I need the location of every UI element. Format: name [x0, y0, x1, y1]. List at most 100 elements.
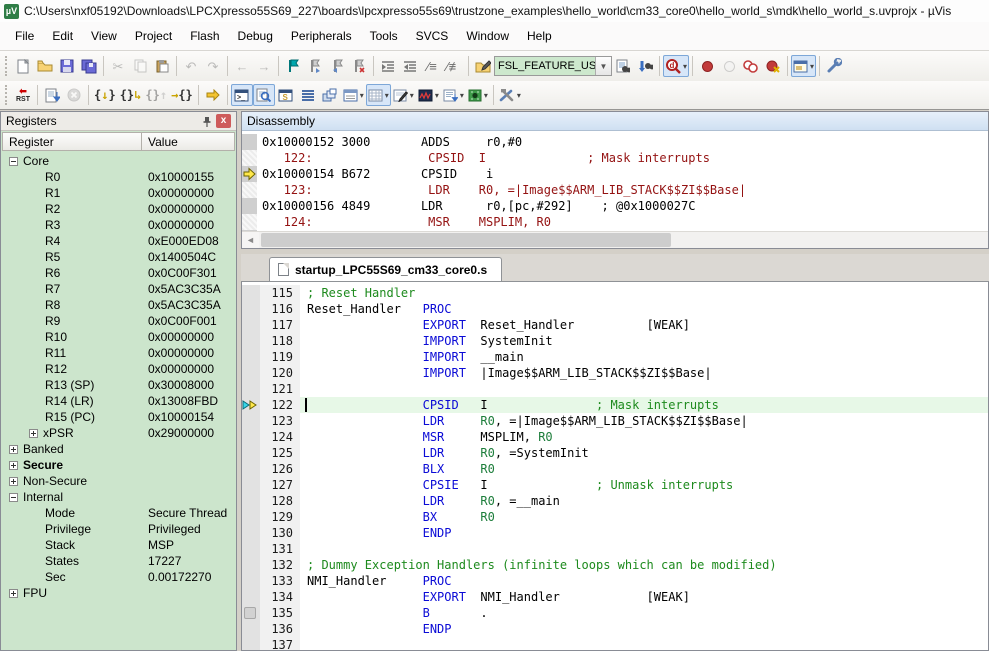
search-combobox[interactable]: FSL_FEATURE_USB_USB_F ▼	[494, 56, 612, 76]
register-row-banked[interactable]: Banked	[1, 441, 236, 457]
cut-button[interactable]: ✂	[107, 55, 129, 77]
step-out-button[interactable]: {}↑	[143, 84, 169, 106]
navigate-forward-button[interactable]: →	[253, 55, 275, 77]
register-row-states[interactable]: States17227	[1, 553, 236, 569]
menu-item-project[interactable]: Project	[126, 25, 181, 47]
run-to-cursor-button[interactable]: →{}	[169, 84, 195, 106]
analysis-window-caret-icon[interactable]: ▾	[435, 91, 439, 100]
previous-bookmark-button[interactable]	[326, 55, 348, 77]
code-text[interactable]: B .	[300, 605, 988, 621]
editor-line-123[interactable]: 123 LDR R0, =|Image$$ARM_LIB_STACK$$ZI$$…	[242, 413, 988, 429]
enable-disable-breakpoint-button[interactable]	[718, 55, 740, 77]
hscroll-thumb[interactable]	[261, 233, 671, 247]
collapse-icon[interactable]	[9, 157, 18, 166]
editor-line-132[interactable]: 132; Dummy Exception Handlers (infinite …	[242, 557, 988, 573]
indent-button[interactable]	[377, 55, 399, 77]
serial-window-button[interactable]: ▾	[391, 84, 416, 106]
code-text[interactable]: EXPORT Reset_Handler [WEAK]	[300, 317, 988, 333]
disassembly-line[interactable]: 0x10000156 4849 LDR r0,[pc,#292] ; @0x10…	[242, 198, 988, 214]
show-next-statement-button[interactable]	[202, 84, 224, 106]
unindent-button[interactable]	[399, 55, 421, 77]
browse-dropdown-caret-icon[interactable]: ▾	[683, 62, 687, 71]
register-row-r10[interactable]: R100x00000000	[1, 329, 236, 345]
kill-all-breakpoints-button[interactable]	[762, 55, 784, 77]
disassembly-line[interactable]: 0x10000152 3000 ADDS r0,#0	[242, 134, 988, 150]
code-text[interactable]: MSR MSPLIM, R0	[300, 429, 988, 445]
clear-bookmarks-button[interactable]	[348, 55, 370, 77]
editor-line-118[interactable]: 118 IMPORT SystemInit	[242, 333, 988, 349]
menu-item-debug[interactable]: Debug	[229, 25, 282, 47]
expand-icon[interactable]	[9, 477, 18, 486]
register-row-r4[interactable]: R40xE000ED08	[1, 233, 236, 249]
next-bookmark-button[interactable]	[304, 55, 326, 77]
menu-item-view[interactable]: View	[82, 25, 126, 47]
code-text[interactable]: LDR R0, =SystemInit	[300, 445, 988, 461]
register-column-header[interactable]: Register	[2, 132, 142, 151]
menu-item-edit[interactable]: Edit	[43, 25, 82, 47]
register-row-r2[interactable]: R20x00000000	[1, 201, 236, 217]
code-text[interactable]: ENDP	[300, 621, 988, 637]
disassembly-line[interactable]: 124: MSR MSPLIM, R0	[242, 214, 988, 230]
tab-startup-file[interactable]: startup_LPC55S69_cm33_core0.s	[269, 257, 502, 281]
reset-button[interactable]: ⬅ RST	[12, 84, 34, 106]
step-into-button[interactable]: {↓}	[92, 84, 118, 106]
editor-line-133[interactable]: 133NMI_Handler PROC	[242, 573, 988, 589]
register-row-r15-pc-[interactable]: R15 (PC)0x10000154	[1, 409, 236, 425]
code-text[interactable]: NMI_Handler PROC	[300, 573, 988, 589]
disassembly-line[interactable]: 122: CPSID I ; Mask interrupts	[242, 150, 988, 166]
expand-icon[interactable]	[9, 589, 18, 598]
editor-line-120[interactable]: 120 IMPORT |Image$$ARM_LIB_STACK$$ZI$$Ba…	[242, 365, 988, 381]
find-button[interactable]	[612, 55, 634, 77]
register-row-stack[interactable]: StackMSP	[1, 537, 236, 553]
code-text[interactable]: ; Dummy Exception Handlers (infinite loo…	[300, 557, 988, 573]
code-text[interactable]: IMPORT |Image$$ARM_LIB_STACK$$ZI$$Base|	[300, 365, 988, 381]
disassembly-line[interactable]: 0x10000154 B672 CPSID i	[242, 166, 988, 182]
register-row-r11[interactable]: R110x00000000	[1, 345, 236, 361]
copy-button[interactable]	[129, 55, 151, 77]
expand-icon[interactable]	[9, 445, 18, 454]
editor-line-131[interactable]: 131	[242, 541, 988, 557]
expand-icon[interactable]	[9, 461, 18, 470]
trace-window-caret-icon[interactable]: ▾	[460, 91, 464, 100]
code-text[interactable]: Reset_Handler PROC	[300, 301, 988, 317]
editor-line-134[interactable]: 134 EXPORT NMI_Handler [WEAK]	[242, 589, 988, 605]
register-row-r13-sp-[interactable]: R13 (SP)0x30008000	[1, 377, 236, 393]
registers-caption[interactable]: Registers x	[1, 112, 236, 131]
editor-line-137[interactable]: 137	[242, 637, 988, 651]
register-row-r3[interactable]: R30x00000000	[1, 217, 236, 233]
uncomment-selection-button[interactable]: ∕≢	[443, 55, 465, 77]
disassembly-line[interactable]: 0x10000158 F3808803 MSR MSPLIM,r0	[242, 230, 988, 231]
editor-line-135[interactable]: 135 B .	[242, 605, 988, 621]
menu-item-file[interactable]: File	[6, 25, 43, 47]
code-text[interactable]: ENDP	[300, 525, 988, 541]
code-text[interactable]: CPSID I ; Mask interrupts	[300, 397, 988, 413]
editor-line-128[interactable]: 128 LDR R0, =__main	[242, 493, 988, 509]
register-row-fpu[interactable]: FPU	[1, 585, 236, 601]
combobox-dropdown-button[interactable]: ▼	[595, 57, 611, 75]
comment-selection-button[interactable]: ∕≡	[421, 55, 443, 77]
memory-window-caret-icon[interactable]: ▾	[385, 91, 389, 100]
code-text[interactable]: IMPORT __main	[300, 349, 988, 365]
code-text[interactable]: LDR R0, =|Image$$ARM_LIB_STACK$$ZI$$Base…	[300, 413, 988, 429]
run-button[interactable]	[41, 84, 63, 106]
code-text[interactable]: BLX R0	[300, 461, 988, 477]
editor-line-136[interactable]: 136 ENDP	[242, 621, 988, 637]
toolbox-caret-icon[interactable]: ▾	[517, 91, 521, 100]
new-file-button[interactable]	[12, 55, 34, 77]
register-row-r7[interactable]: R70x5AC3C35A	[1, 281, 236, 297]
disassembly-caption[interactable]: Disassembly	[242, 112, 988, 131]
menu-item-tools[interactable]: Tools	[361, 25, 407, 47]
menu-item-flash[interactable]: Flash	[181, 25, 228, 47]
stop-button[interactable]	[63, 84, 85, 106]
registers-window-button[interactable]	[297, 84, 319, 106]
register-row-r6[interactable]: R60x0C00F301	[1, 265, 236, 281]
scroll-left-button[interactable]: ◄	[242, 232, 259, 248]
watch-window-button[interactable]: ▾	[341, 84, 366, 106]
step-over-button[interactable]: {}↳	[118, 84, 144, 106]
code-text[interactable]: EXPORT NMI_Handler [WEAK]	[300, 589, 988, 605]
trace-window-button[interactable]: ▾	[441, 84, 466, 106]
pin-panel-button[interactable]	[199, 114, 214, 128]
editor-line-130[interactable]: 130 ENDP	[242, 525, 988, 541]
analysis-window-button[interactable]: ▾	[416, 84, 441, 106]
menu-item-window[interactable]: Window	[457, 25, 518, 47]
